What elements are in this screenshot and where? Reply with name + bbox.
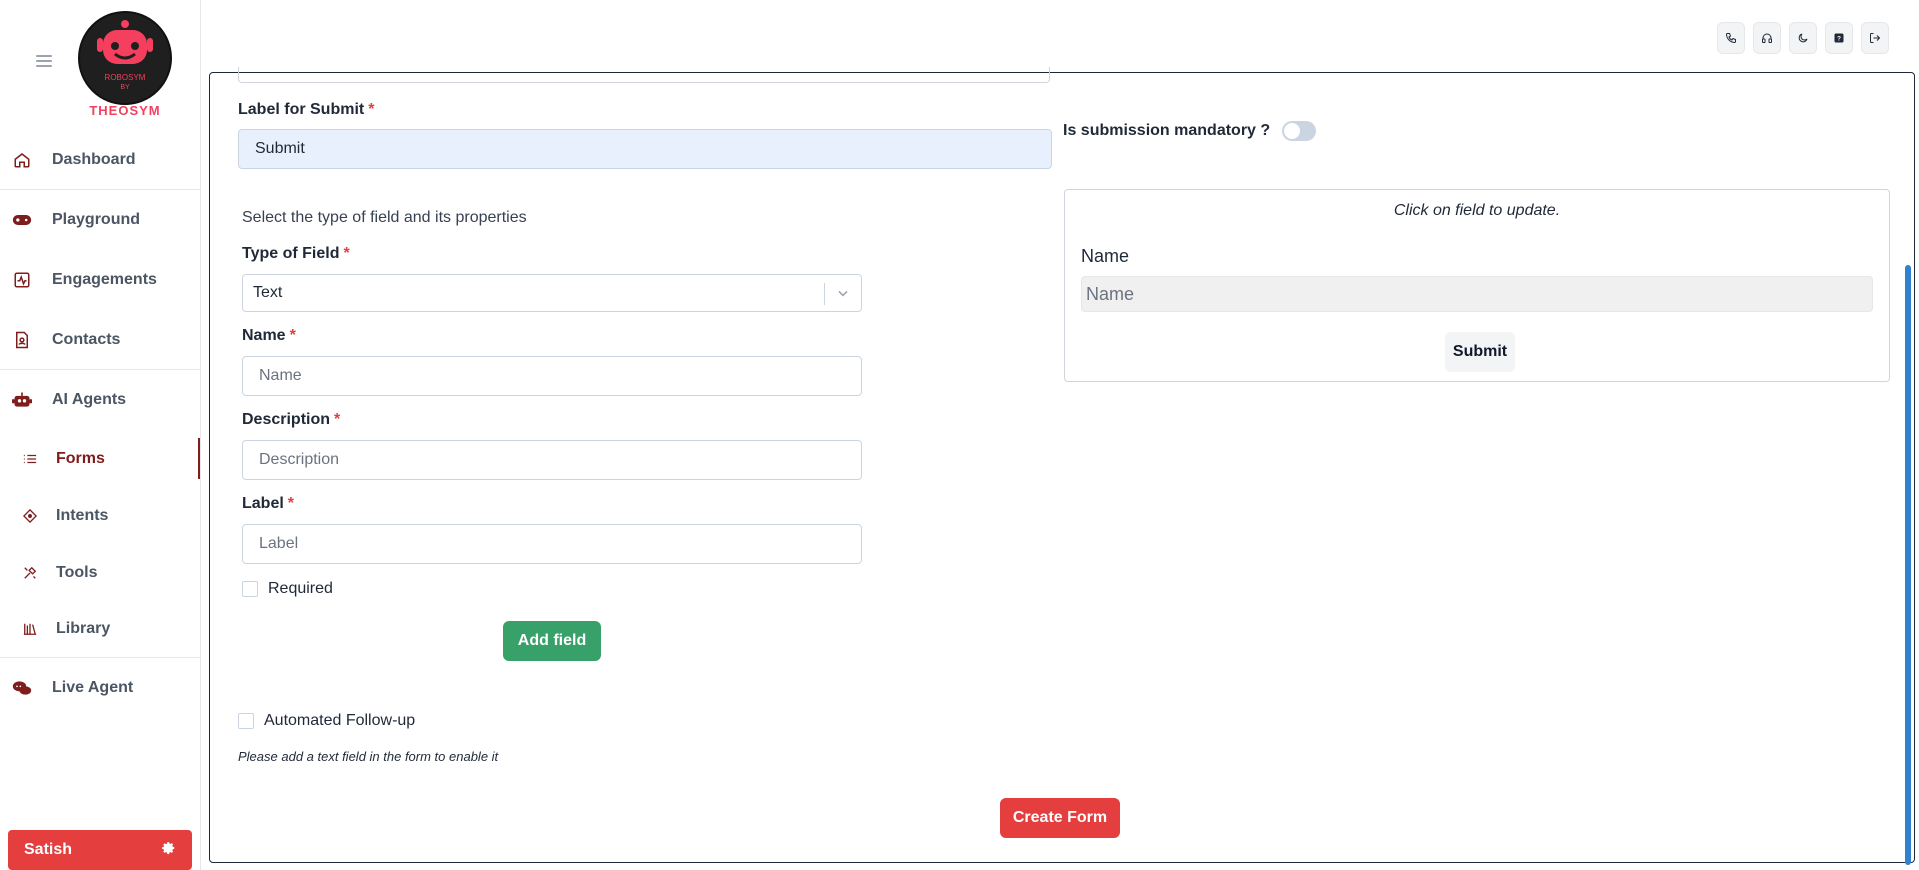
home-icon bbox=[12, 150, 32, 170]
contact-icon bbox=[12, 330, 32, 350]
preview-field-input[interactable] bbox=[1081, 276, 1873, 312]
form-builder-panel: Label for Submit* Is submission mandator… bbox=[209, 67, 1915, 863]
sidebar: ROBOSYM BY THEOSYM Dashboard Playground … bbox=[0, 0, 201, 870]
sidebar-item-live-agent[interactable]: Live Agent bbox=[0, 658, 200, 718]
user-name: Satish bbox=[24, 841, 73, 858]
followup-checkbox[interactable] bbox=[238, 713, 254, 729]
list-icon bbox=[20, 449, 40, 469]
robot-icon bbox=[12, 390, 32, 410]
gamepad-icon bbox=[12, 210, 32, 230]
svg-text:ROBOSYM: ROBOSYM bbox=[105, 73, 146, 82]
followup-checkbox-row: Automated Follow-up bbox=[238, 712, 415, 730]
svg-text:THEOSYM: THEOSYM bbox=[89, 103, 160, 118]
moon-icon[interactable] bbox=[1789, 22, 1817, 54]
sidebar-item-library[interactable]: Library bbox=[0, 601, 200, 658]
chat-icon bbox=[12, 678, 32, 698]
preview-submit-button[interactable]: Submit bbox=[1445, 332, 1515, 372]
description-input[interactable] bbox=[242, 440, 862, 480]
type-of-field-label: Type of Field * bbox=[242, 245, 350, 262]
name-input[interactable] bbox=[242, 356, 862, 396]
followup-label: Automated Follow-up bbox=[264, 712, 416, 729]
sidebar-item-ai-agents[interactable]: AI Agents bbox=[0, 370, 200, 430]
sidebar-item-playground[interactable]: Playground bbox=[0, 190, 200, 250]
scrollbar[interactable] bbox=[1905, 265, 1911, 865]
sidebar-item-intents[interactable]: Intents bbox=[0, 487, 200, 544]
mandatory-label: Is submission mandatory ? bbox=[1063, 122, 1271, 139]
sidebar-item-label: Engagements bbox=[52, 271, 157, 288]
svg-text:BY: BY bbox=[120, 84, 130, 91]
select-divider bbox=[824, 283, 825, 305]
hamburger-menu-icon[interactable] bbox=[36, 55, 52, 67]
sidebar-item-label: AI Agents bbox=[52, 391, 127, 408]
mandatory-toggle[interactable] bbox=[1282, 121, 1317, 141]
preview-field-label[interactable]: Name bbox=[1081, 246, 1129, 267]
sidebar-item-label: Contacts bbox=[52, 330, 121, 348]
preview-hint: Click on field to update. bbox=[1393, 202, 1561, 219]
sidebar-item-label: Live Agent bbox=[52, 679, 134, 696]
sidebar-item-label: Intents bbox=[56, 506, 109, 524]
library-icon bbox=[20, 619, 40, 639]
label-input[interactable] bbox=[242, 524, 862, 564]
sidebar-item-engagements[interactable]: Engagements bbox=[0, 250, 200, 310]
sidebar-item-dashboard[interactable]: Dashboard bbox=[0, 130, 200, 190]
label-label: Label * bbox=[242, 495, 295, 512]
brand-logo: ROBOSYM BY THEOSYM bbox=[75, 8, 175, 120]
add-field-button[interactable]: Add field bbox=[503, 621, 601, 661]
sidebar-item-label: Dashboard bbox=[52, 150, 136, 168]
sidebar-item-contacts[interactable]: Contacts bbox=[0, 310, 200, 370]
required-checkbox[interactable] bbox=[242, 581, 258, 597]
create-form-button[interactable]: Create Form bbox=[1000, 798, 1120, 838]
topbar-actions: ? bbox=[1717, 22, 1889, 54]
type-of-field-value: Text bbox=[253, 284, 283, 301]
submit-label-title: Label for Submit * bbox=[238, 101, 375, 118]
target-icon bbox=[20, 506, 40, 526]
logout-icon[interactable] bbox=[1861, 22, 1889, 54]
user-menu-button[interactable]: Satish bbox=[8, 830, 192, 870]
form-preview: Click on field to update. Name Submit bbox=[1064, 189, 1890, 382]
phone-icon[interactable] bbox=[1717, 22, 1745, 54]
sidebar-item-tools[interactable]: Tools bbox=[0, 544, 200, 601]
field-helper-text: Select the type of field and its propert… bbox=[242, 209, 527, 226]
sidebar-nav: Dashboard Playground Engagements Contact… bbox=[0, 130, 200, 718]
headset-icon[interactable] bbox=[1753, 22, 1781, 54]
help-icon[interactable]: ? bbox=[1825, 22, 1853, 54]
activity-icon bbox=[12, 270, 32, 290]
sidebar-item-label: Playground bbox=[52, 211, 141, 228]
required-label: Required bbox=[268, 580, 333, 597]
sidebar-item-label: Tools bbox=[56, 563, 98, 581]
description-label: Description * bbox=[242, 411, 341, 428]
type-of-field-select[interactable]: Text bbox=[242, 274, 862, 312]
gear-icon[interactable] bbox=[162, 841, 176, 860]
form-description-textarea[interactable] bbox=[238, 67, 1050, 83]
required-checkbox-row: Required bbox=[242, 580, 333, 598]
mandatory-toggle-row: Is submission mandatory ? bbox=[1063, 121, 1317, 141]
sidebar-item-label: Library bbox=[56, 620, 111, 637]
sidebar-item-forms[interactable]: Forms bbox=[0, 430, 200, 487]
sidebar-item-label: Forms bbox=[56, 449, 105, 467]
tools-icon bbox=[20, 563, 40, 583]
name-label: Name * bbox=[242, 327, 296, 344]
chevron-down-icon bbox=[835, 285, 851, 306]
submit-label-input[interactable] bbox=[238, 129, 1052, 169]
followup-note: Please add a text field in the form to e… bbox=[238, 749, 499, 764]
svg-text:?: ? bbox=[1837, 36, 1841, 43]
